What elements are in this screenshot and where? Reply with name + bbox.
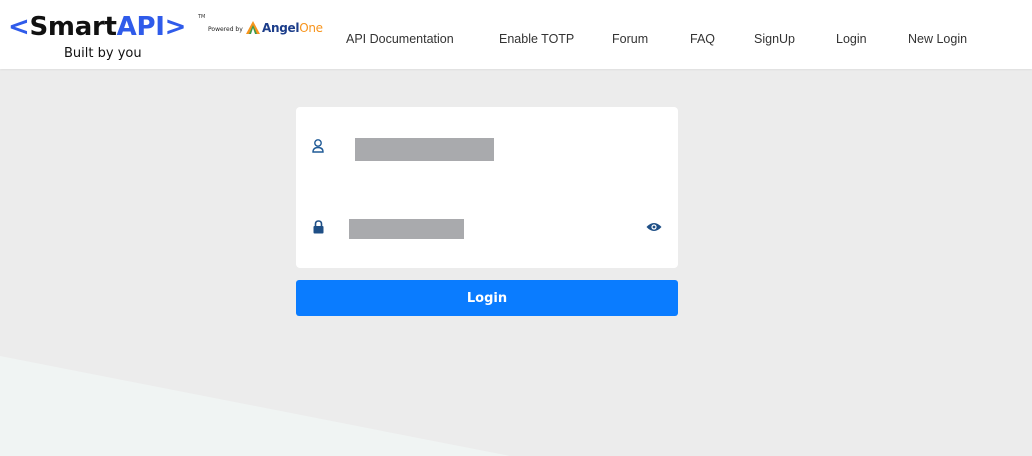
nav-api-documentation[interactable]: API Documentation [346,32,454,46]
login-card [296,107,678,268]
logo-wordmark: <SmartAPI> [8,12,187,42]
user-icon [312,139,324,153]
username-input[interactable] [355,138,494,161]
trademark-mark: TM [198,14,206,20]
logo-tagline: Built by you [64,46,142,61]
nav-login[interactable]: Login [836,32,867,46]
powered-by-label: Powered by [208,26,243,33]
nav-signup[interactable]: SignUp [754,32,795,46]
nav-enable-totp[interactable]: Enable TOTP [499,32,574,46]
smartapi-logo[interactable]: <SmartAPI> TM Built by you Powered by An… [8,12,328,64]
nav-new-login[interactable]: New Login [908,32,967,46]
login-button[interactable]: Login [296,280,678,316]
angelone-logo-text: AngelOne [262,21,323,35]
nav-forum[interactable]: Forum [612,32,648,46]
angelone-triangle-icon [246,21,260,34]
password-input[interactable] [349,219,464,239]
eye-icon[interactable] [646,222,662,232]
nav-faq[interactable]: FAQ [690,32,715,46]
lock-icon [313,220,324,234]
top-navbar: <SmartAPI> TM Built by you Powered by An… [0,0,1032,69]
